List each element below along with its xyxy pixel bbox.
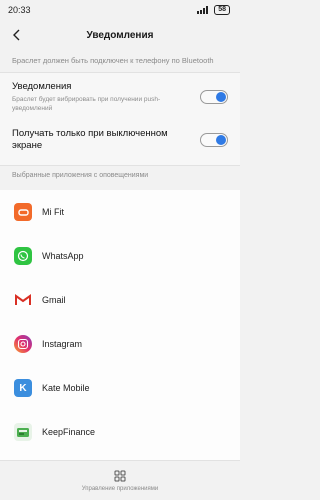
app-name: Instagram — [42, 339, 83, 349]
battery-indicator: 58 — [214, 5, 230, 15]
manage-apps-button[interactable]: Управление приложениями — [0, 462, 240, 500]
whatsapp-icon — [14, 247, 32, 265]
signal-icon — [197, 6, 209, 14]
notifications-setting-row[interactable]: Уведомления Браслет будет вибрировать пр… — [12, 81, 228, 113]
list-item-keepfinance[interactable]: KeepFinance — [0, 412, 240, 452]
toggle-knob — [216, 92, 226, 102]
app-name: Gmail — [42, 295, 66, 305]
notifications-setting-subtitle: Браслет будет вибрировать при получении … — [12, 96, 161, 112]
notifications-setting-text: Уведомления Браслет будет вибрировать пр… — [12, 81, 182, 113]
notifications-setting-title: Уведомления — [12, 81, 72, 92]
mifit-icon — [14, 203, 32, 221]
top-app-bar: Уведомления — [0, 20, 240, 50]
divider — [0, 460, 240, 461]
list-item-instagram[interactable]: Instagram — [0, 324, 240, 364]
toggle-knob — [216, 135, 226, 145]
app-name: Mi Fit — [42, 207, 64, 217]
divider — [0, 165, 240, 166]
kate-mobile-icon: K — [14, 379, 32, 397]
apps-section-label: Выбранные приложения с оповещениями — [12, 172, 149, 179]
list-item-whatsapp[interactable]: WhatsApp — [0, 236, 240, 276]
status-time: 20:33 — [8, 5, 31, 15]
list-item-gmail[interactable]: Gmail — [0, 280, 240, 320]
app-name: WhatsApp — [42, 251, 84, 261]
settings-card: Уведомления Браслет будет вибрировать пр… — [0, 73, 240, 165]
instagram-icon — [14, 335, 32, 353]
app-list: Mi Fit WhatsApp Gmail Instagram K Kate M… — [0, 190, 240, 460]
notifications-toggle[interactable] — [200, 90, 228, 104]
status-bar: 20:33 58 — [0, 0, 240, 20]
screen-off-setting-title: Получать только при выключенном экране — [12, 128, 168, 151]
grid-icon — [114, 470, 126, 482]
keepfinance-icon — [14, 423, 32, 441]
screen-off-setting-row[interactable]: Получать только при выключенном экране — [12, 128, 228, 152]
manage-apps-label: Управление приложениями — [81, 486, 159, 492]
app-name: KeepFinance — [42, 427, 96, 437]
status-indicators: 58 — [197, 5, 230, 15]
app-name: Kate Mobile — [42, 383, 90, 393]
chevron-left-icon — [13, 29, 20, 41]
list-item-kate-mobile[interactable]: K Kate Mobile — [0, 368, 240, 408]
screen-off-toggle[interactable] — [200, 133, 228, 147]
back-button[interactable] — [8, 26, 26, 44]
list-item-mi-fit[interactable]: Mi Fit — [0, 192, 240, 232]
page-title: Уведомления — [86, 29, 154, 41]
bluetooth-note: Браслет должен быть подключен к телефону… — [12, 56, 214, 65]
gmail-icon — [14, 291, 32, 309]
